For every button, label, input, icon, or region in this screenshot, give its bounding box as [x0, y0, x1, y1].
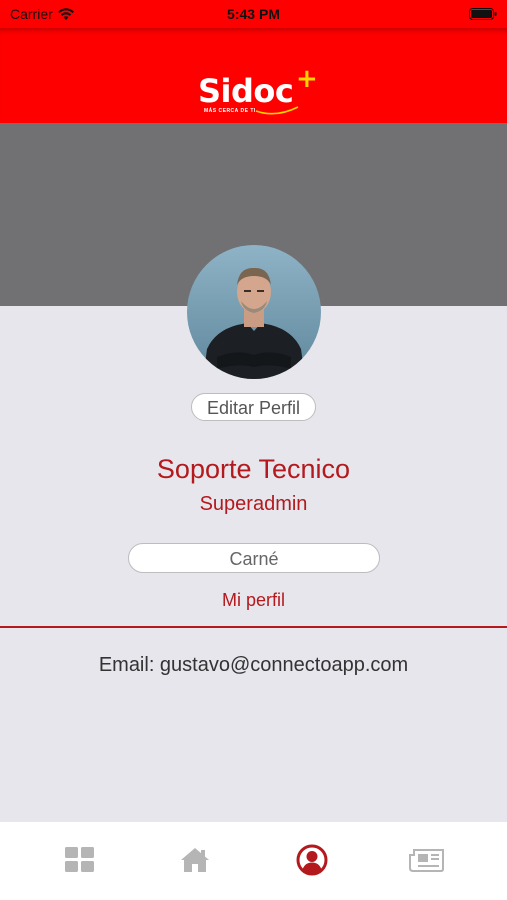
profile-email: Email: gustavo@connectoapp.com: [98, 654, 409, 676]
section-divider: [0, 626, 507, 628]
newspaper-icon: [409, 849, 444, 872]
logo-wordmark: Sidoc: [198, 72, 294, 110]
app-header: Sidoc + MÁS CERCA DE TI: [0, 28, 507, 123]
profile-role: Superadmin: [199, 493, 308, 515]
edit-profile-button[interactable]: Editar Perfil: [191, 393, 316, 421]
home-icon: [181, 848, 209, 872]
profile-avatar[interactable]: [187, 245, 321, 379]
tab-profile[interactable]: [292, 840, 332, 880]
logo-tagline: MÁS CERCA DE TI: [204, 108, 256, 114]
profile-name: Soporte Tecnico: [156, 454, 351, 484]
tab-home[interactable]: [175, 840, 215, 880]
logo-swoosh: [255, 106, 299, 115]
battery-icon: [469, 8, 497, 20]
sidoc-logo: Sidoc + MÁS CERCA DE TI: [198, 64, 318, 118]
clock: 5:43 PM: [227, 6, 280, 22]
tab-news[interactable]: [407, 840, 447, 880]
logo-plus-mark: +: [296, 64, 318, 94]
status-bar: Carrier 5:43 PM: [0, 0, 507, 28]
mi-perfil-link[interactable]: Mi perfil: [0, 590, 507, 611]
carne-button[interactable]: Carné: [128, 543, 380, 573]
tab-bar: [0, 822, 507, 900]
user-icon: [296, 844, 328, 876]
grid-icon: [65, 847, 94, 872]
avatar-photo: [187, 245, 321, 379]
tab-dashboard[interactable]: [60, 840, 100, 880]
